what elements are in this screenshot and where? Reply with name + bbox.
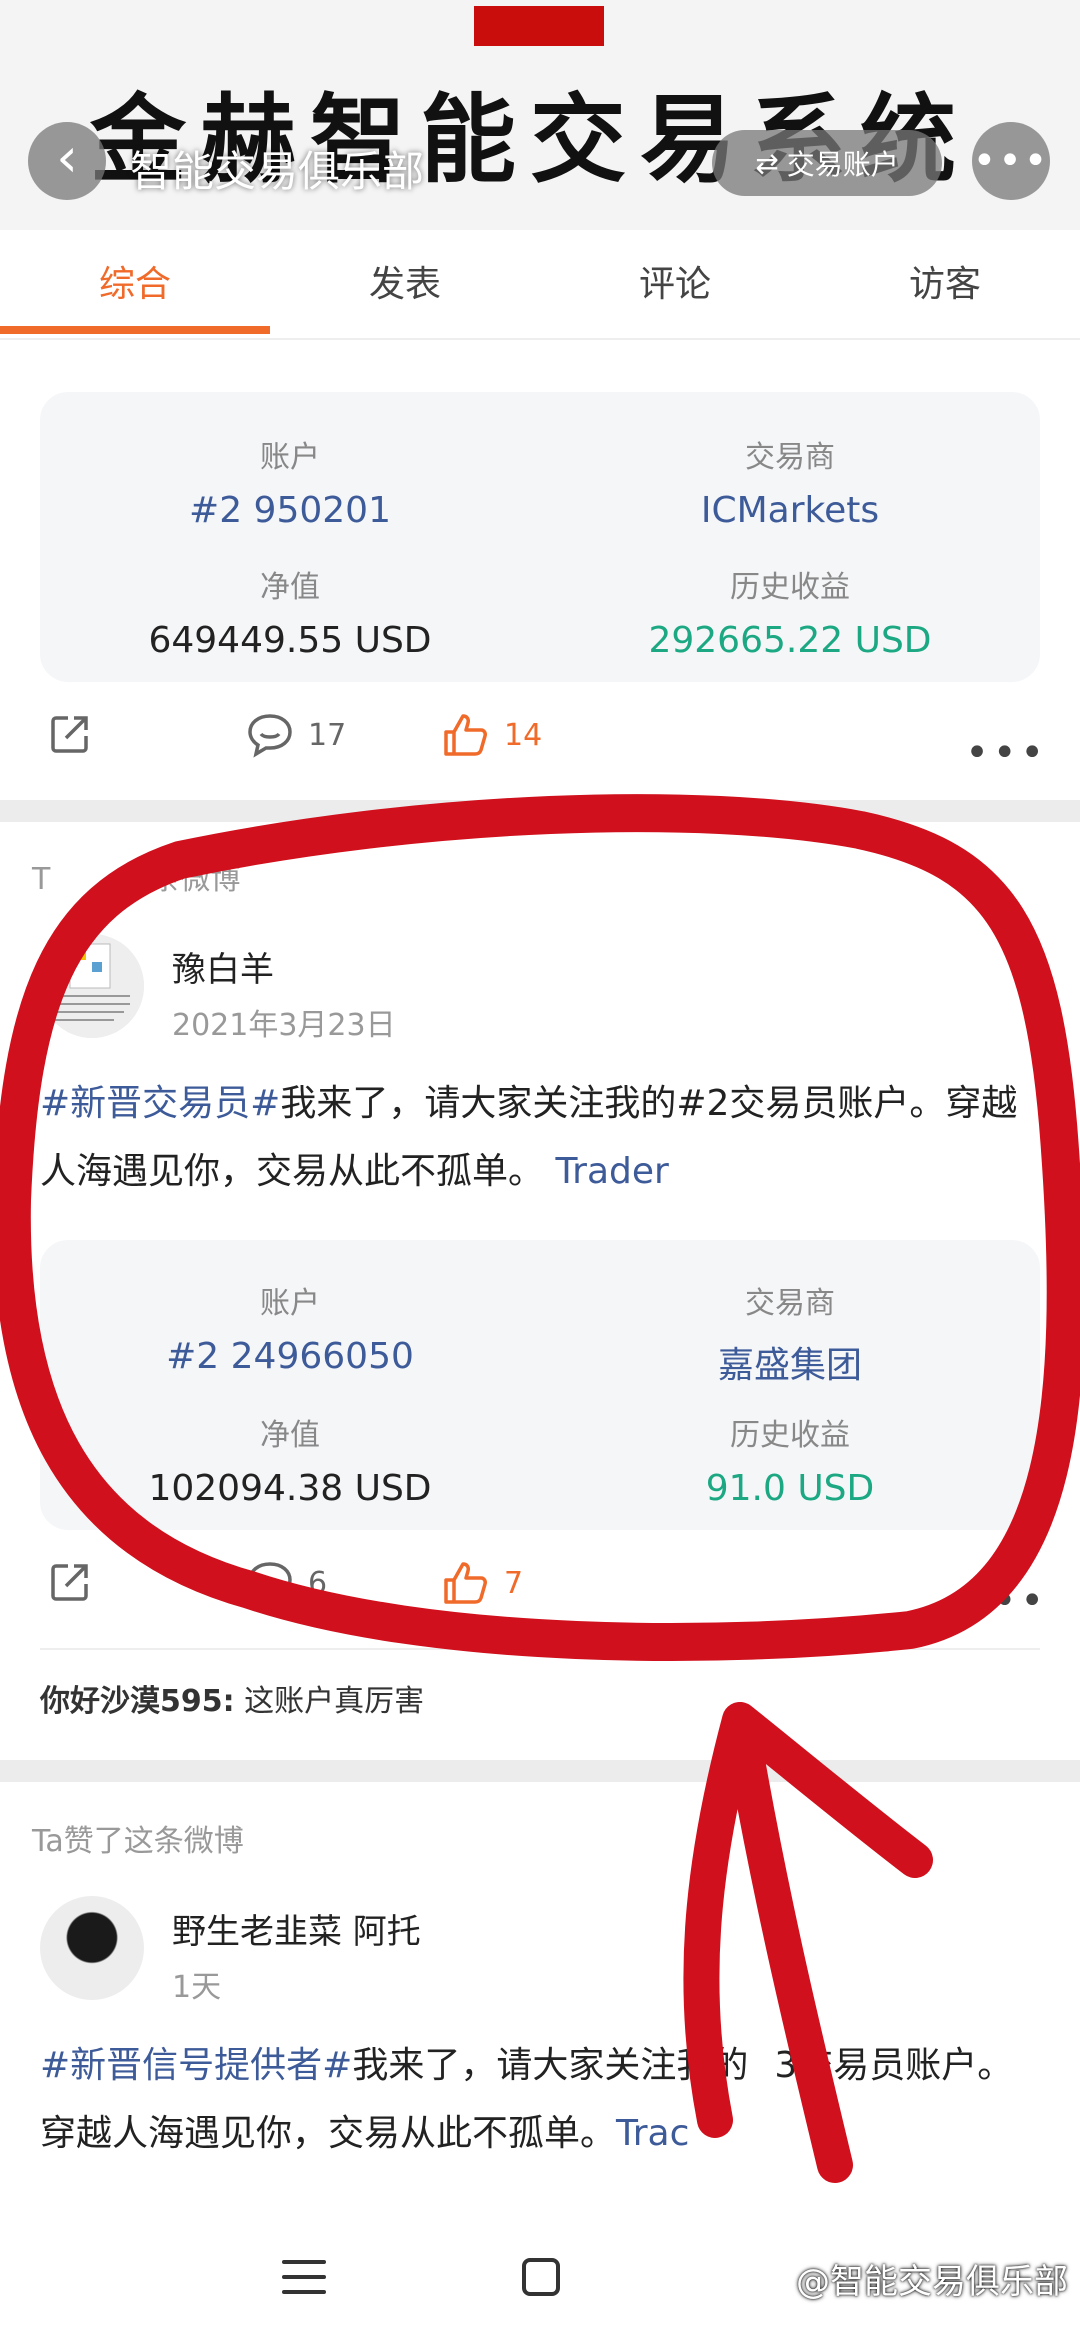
tab-visitors[interactable]: 访客 xyxy=(810,230,1080,338)
chevron-left-icon: ‹ xyxy=(56,126,78,189)
comment-preview[interactable]: 你好沙漠595: 这账户真厉害 xyxy=(40,1676,424,1720)
watermark: @智能交易俱乐部 xyxy=(796,2262,1068,2302)
account-number: #2 24966050 xyxy=(166,1336,414,1377)
account-card[interactable]: 账户 #2 950201 交易商 ICMarkets 净值 649449.55 … xyxy=(40,392,1040,682)
more-dots-icon: ••• xyxy=(972,138,1050,184)
post-meta-start: T xyxy=(32,862,51,897)
broker-label: 交易商 xyxy=(745,440,835,475)
home-icon[interactable] xyxy=(522,2258,560,2296)
profile-tabs: 综合 发表 评论 访客 xyxy=(0,230,1080,340)
comment-count: 17 xyxy=(308,717,347,753)
equity-label: 净值 xyxy=(260,1418,320,1453)
switch-account-label: 交易账户 xyxy=(786,148,899,181)
system-nav-bar: @智能交易俱乐部 xyxy=(0,2220,1080,2340)
avatar-image xyxy=(40,934,144,1038)
account-label: 账户 xyxy=(260,1286,320,1321)
tab-comments[interactable]: 评论 xyxy=(540,230,810,338)
comment-text: 这账户真厉害 xyxy=(244,1684,425,1719)
share-icon xyxy=(51,1564,88,1601)
tab-posts[interactable]: 发表 xyxy=(270,230,540,338)
profit-label: 历史收益 xyxy=(730,570,850,605)
comment-icon xyxy=(248,714,292,758)
post-meta-end: 这条微博 xyxy=(120,862,241,897)
header-title: 智能交易俱乐部 xyxy=(130,147,425,196)
thumbs-up-icon xyxy=(444,1562,487,1604)
profit-value: 91.0 USD xyxy=(705,1468,875,1509)
account-number: #2 950201 xyxy=(189,490,391,531)
equity-label: 净值 xyxy=(260,570,320,605)
broker-label: 交易商 xyxy=(745,1286,835,1321)
post-text: 我来了，请大家关注我的 xyxy=(352,2045,749,2086)
avatar[interactable] xyxy=(40,1896,144,2000)
more-button[interactable]: ••• xyxy=(972,122,1050,200)
tab-overview[interactable]: 综合 xyxy=(0,230,270,338)
header-red-block xyxy=(474,6,604,46)
more-options-button[interactable]: ••• xyxy=(965,1578,1048,1624)
comment-author: 你好沙漠595: xyxy=(40,1684,235,1719)
share-icon xyxy=(51,716,88,753)
post-author[interactable]: 豫白羊 xyxy=(172,942,274,991)
equity-value: 649449.55 USD xyxy=(148,620,432,661)
trader-link[interactable]: Trac xyxy=(616,2113,689,2154)
equity-value: 102094.38 USD xyxy=(148,1468,432,1509)
menu-icon[interactable] xyxy=(282,2260,326,2298)
like-button[interactable]: 7 xyxy=(442,1560,523,1606)
switch-account-button[interactable]: ⇄ 交易账户 xyxy=(712,130,942,196)
broker-name: 嘉盛集团 xyxy=(717,1345,862,1386)
section-divider xyxy=(0,1760,1080,1782)
like-button[interactable]: 14 xyxy=(442,712,542,758)
swap-icon: ⇄ xyxy=(755,146,779,180)
comment-icon xyxy=(248,1562,292,1606)
share-button[interactable] xyxy=(48,712,92,756)
post-date: 1天 xyxy=(172,1970,222,2005)
broker-name: ICMarkets xyxy=(700,490,880,531)
share-button[interactable] xyxy=(48,1560,92,1604)
more-options-button[interactable]: ••• xyxy=(965,730,1048,776)
hashtag-link[interactable]: #新晋信号提供者# xyxy=(40,2045,352,2086)
like-count: 7 xyxy=(504,1565,524,1601)
post-meta: T 这条微博 xyxy=(32,854,240,898)
post-actions: 6 7 ••• xyxy=(0,1560,1080,1650)
back-button[interactable]: ‹ xyxy=(28,122,106,200)
hashtag-link[interactable]: #新晋交易员# xyxy=(40,1083,280,1124)
comment-divider xyxy=(40,1648,1040,1650)
account-card[interactable]: 账户 #2 24966050 交易商 嘉盛集团 净值 102094.38 USD… xyxy=(40,1240,1040,1530)
avatar[interactable] xyxy=(40,934,144,1038)
post-author[interactable]: 野生老韭菜 阿托 xyxy=(172,1904,421,1953)
comment-button[interactable]: 6 xyxy=(246,1560,327,1606)
post-actions: 17 14 ••• xyxy=(0,712,1080,802)
like-count: 14 xyxy=(504,717,543,753)
post-date: 2021年3月23日 xyxy=(172,1008,396,1043)
trader-link[interactable]: Trader xyxy=(555,1151,668,1192)
post-body: #新晋信号提供者#我来了，请大家关注我的 3交易员账户。穿越人海遇见你，交易从此不… xyxy=(40,2032,1040,2168)
post-meta: Ta赞了这条微博 xyxy=(32,1824,244,1859)
profit-value: 292665.22 USD xyxy=(648,620,932,661)
comment-button[interactable]: 17 xyxy=(246,712,346,758)
profile-header: 金赫智能交易系统 ‹ 智能交易俱乐部 ⇄ 交易账户 ••• xyxy=(0,0,1080,230)
thumbs-up-icon xyxy=(444,714,487,756)
post-body: #新晋交易员#我来了，请大家关注我的#2交易员账户。穿越人海遇见你，交易从此不孤… xyxy=(40,1070,1040,1206)
section-divider xyxy=(0,800,1080,822)
comment-count: 6 xyxy=(308,1565,328,1601)
account-label: 账户 xyxy=(260,440,320,475)
profit-label: 历史收益 xyxy=(730,1418,850,1453)
tab-active-indicator xyxy=(0,326,270,334)
